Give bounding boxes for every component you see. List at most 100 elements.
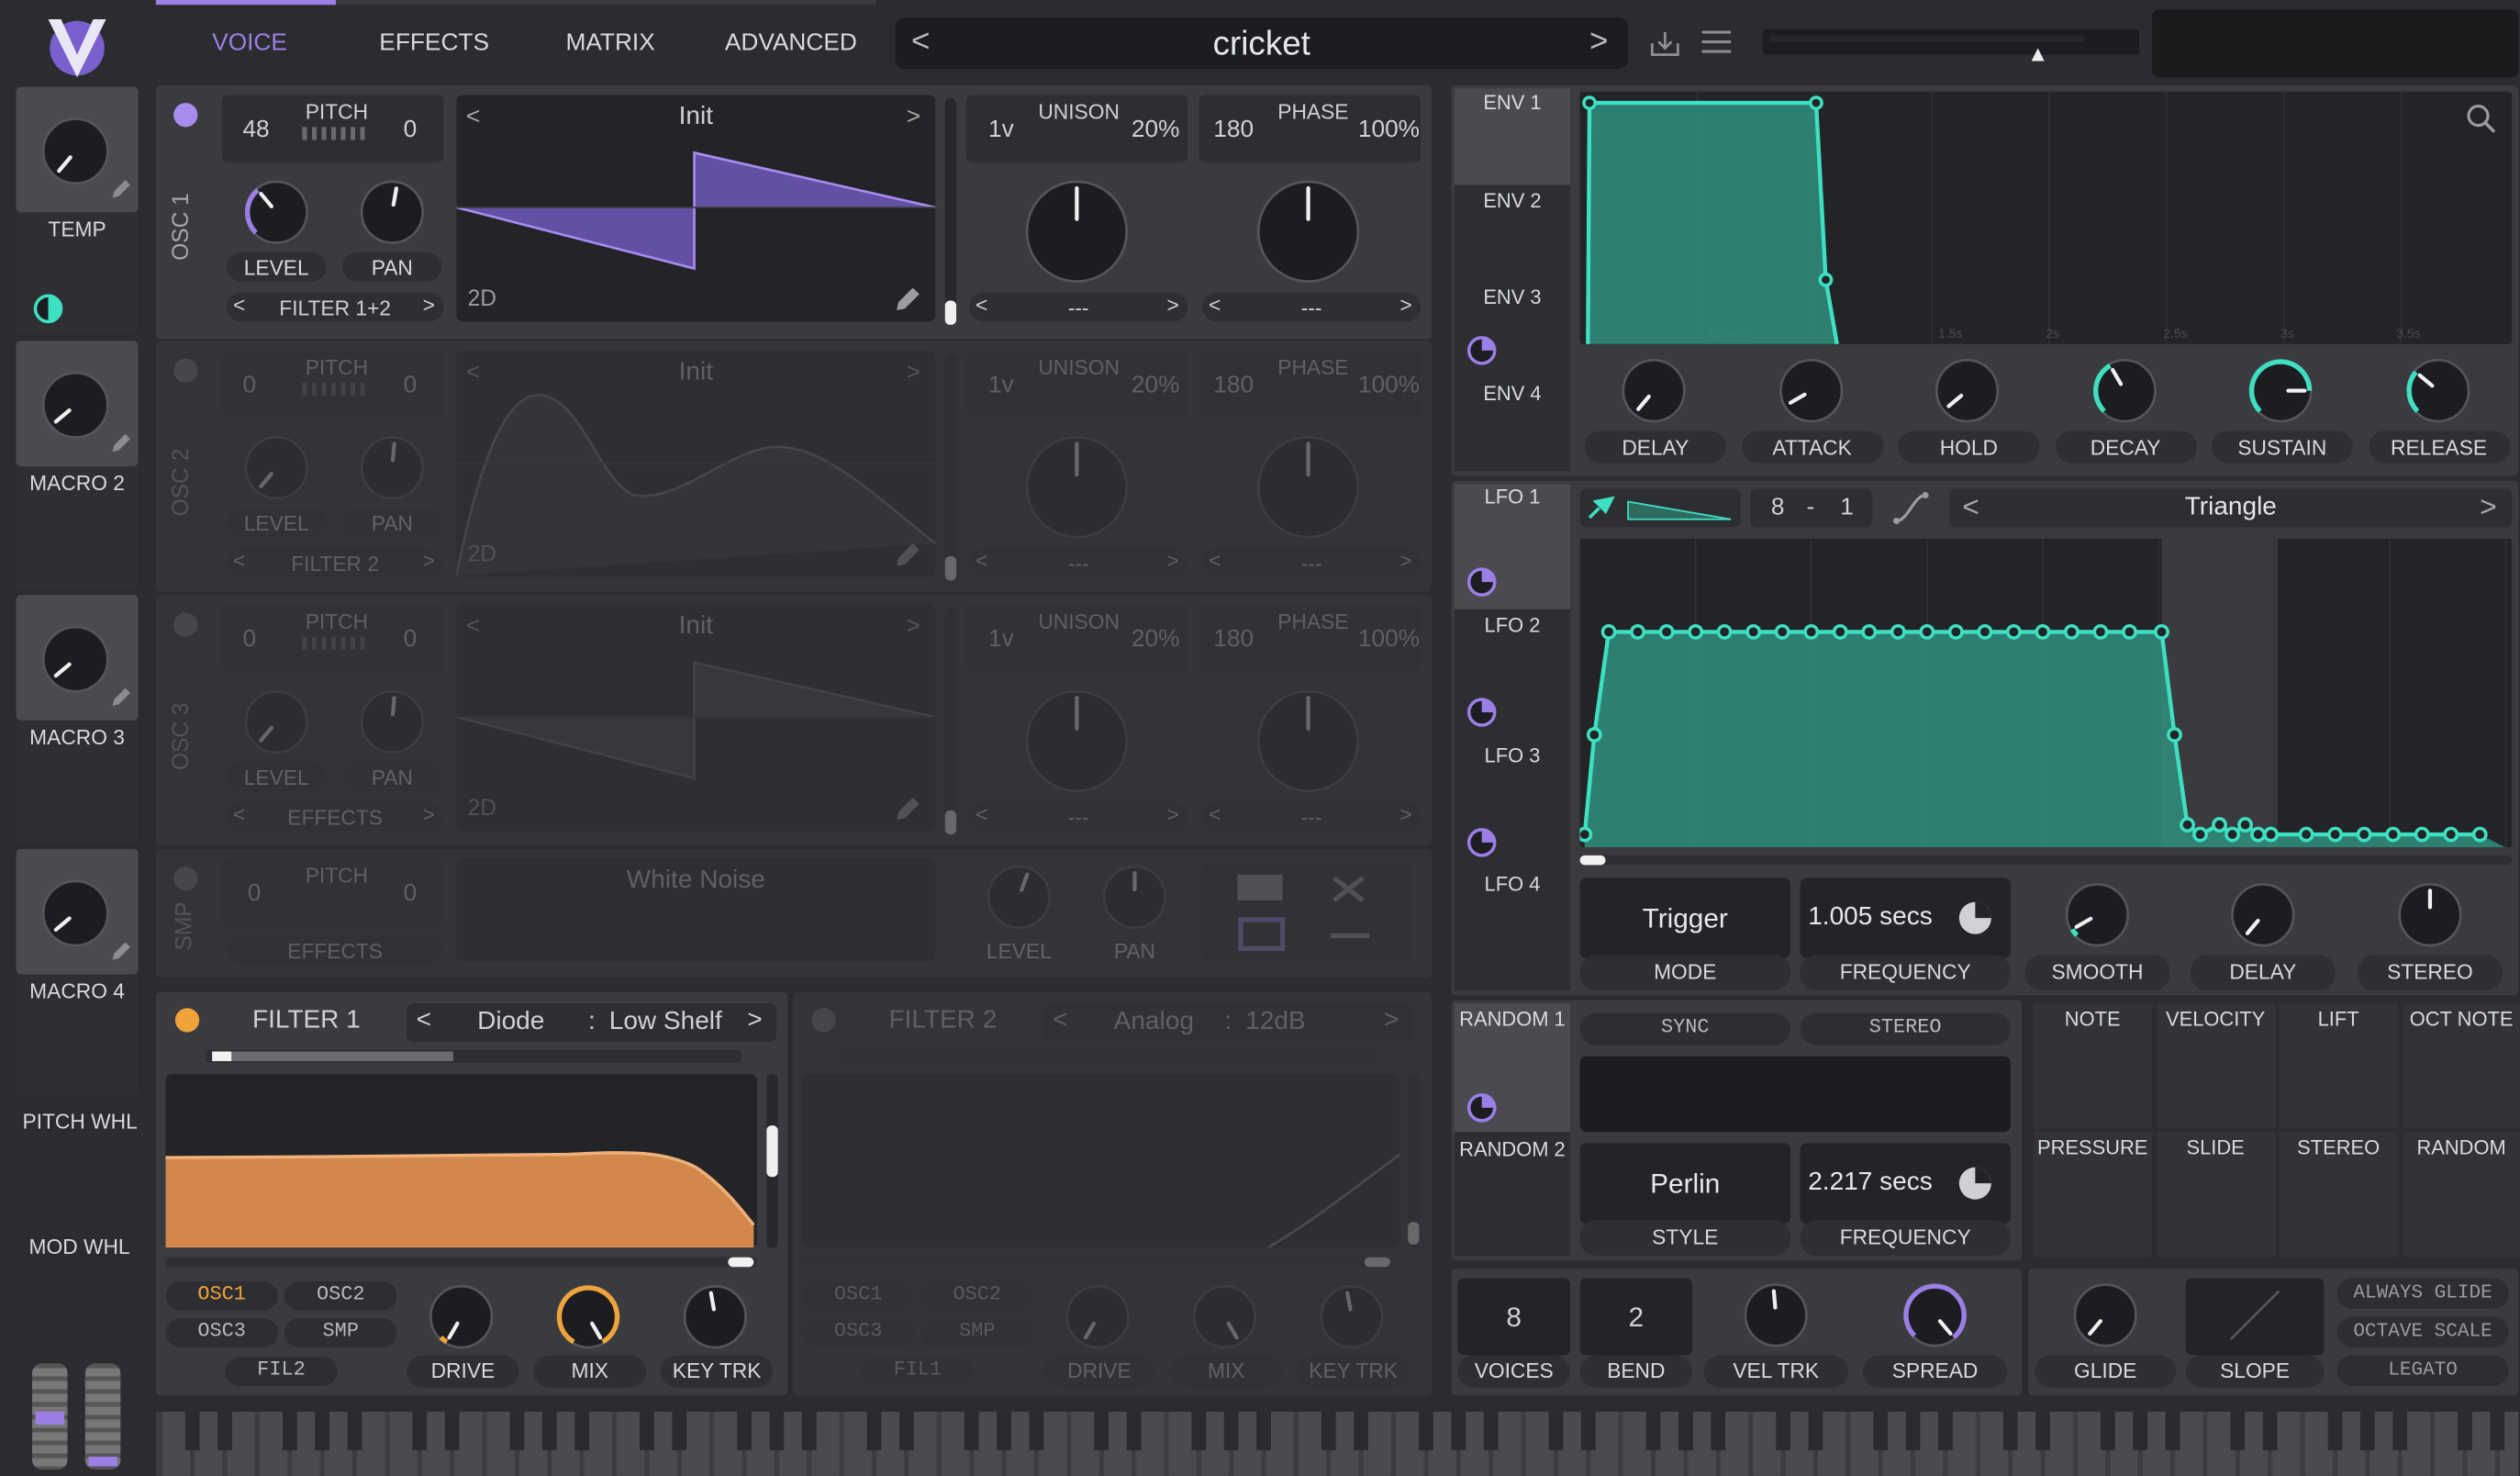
black-key[interactable] bbox=[672, 1411, 687, 1450]
black-key[interactable] bbox=[2133, 1411, 2148, 1450]
black-key[interactable] bbox=[2392, 1411, 2408, 1450]
black-key[interactable] bbox=[640, 1411, 654, 1450]
random-mod-icon[interactable] bbox=[1466, 1091, 1498, 1124]
black-key[interactable] bbox=[866, 1411, 882, 1450]
random-style-box[interactable]: Perlin bbox=[1579, 1143, 1790, 1224]
black-key[interactable] bbox=[769, 1411, 785, 1450]
black-key[interactable] bbox=[412, 1411, 428, 1450]
lfo-graph[interactable] bbox=[1577, 538, 2513, 848]
black-key[interactable] bbox=[1645, 1411, 1661, 1450]
black-key[interactable] bbox=[1905, 1411, 1921, 1450]
mod-wheel[interactable] bbox=[84, 1363, 121, 1470]
black-key[interactable] bbox=[574, 1411, 590, 1450]
preset-next-button[interactable]: > bbox=[1589, 24, 1608, 61]
edit-icon[interactable] bbox=[109, 941, 132, 964]
env-graph[interactable]: 500ms1.5s2s2.5s3s3.5s bbox=[1579, 91, 2513, 345]
bend-value[interactable]: 2 bbox=[1580, 1303, 1693, 1335]
tempo-sync-icon[interactable] bbox=[1957, 900, 1993, 936]
random-stereo-button[interactable]: STEREO bbox=[1800, 1012, 2011, 1046]
black-key[interactable] bbox=[282, 1411, 297, 1450]
black-key[interactable] bbox=[997, 1411, 1011, 1450]
black-key[interactable] bbox=[1126, 1411, 1142, 1450]
tab-voice[interactable]: VOICE bbox=[212, 29, 287, 57]
black-key[interactable] bbox=[2100, 1411, 2115, 1450]
black-key[interactable] bbox=[1191, 1411, 1207, 1450]
macro-knob[interactable] bbox=[39, 622, 113, 697]
black-key[interactable] bbox=[1678, 1411, 1693, 1450]
lfo-shape-selector[interactable]: < Triangle > bbox=[1949, 488, 2513, 528]
black-key[interactable] bbox=[801, 1411, 817, 1450]
black-key[interactable] bbox=[509, 1411, 525, 1450]
lfo-shape-next[interactable]: > bbox=[2480, 490, 2496, 524]
macro-knob[interactable] bbox=[39, 877, 113, 951]
save-icon[interactable] bbox=[1649, 28, 1681, 60]
lfo-beats-b[interactable]: 1 bbox=[1840, 494, 1854, 521]
black-key[interactable] bbox=[347, 1411, 362, 1450]
black-key[interactable] bbox=[2002, 1411, 2018, 1450]
edit-icon[interactable] bbox=[109, 178, 132, 201]
lfo-mod-icon[interactable] bbox=[1466, 566, 1498, 598]
tempo-mod-icon[interactable] bbox=[32, 293, 64, 325]
black-key[interactable] bbox=[964, 1411, 979, 1450]
tab-effects[interactable]: EFFECTS bbox=[379, 29, 489, 57]
macro-knob[interactable] bbox=[39, 114, 113, 188]
glide-option-legato[interactable]: LEGATO bbox=[2336, 1355, 2509, 1386]
tab-matrix[interactable]: MATRIX bbox=[565, 29, 654, 57]
black-key[interactable] bbox=[1938, 1411, 1953, 1450]
black-key[interactable] bbox=[737, 1411, 752, 1450]
spread-knob[interactable] bbox=[1900, 1280, 1970, 1350]
random-sync-button[interactable]: SYNC bbox=[1579, 1012, 1790, 1046]
black-key[interactable] bbox=[899, 1411, 914, 1450]
lfo-frequency-box[interactable]: 1.005 secs bbox=[1800, 878, 2011, 958]
black-key[interactable] bbox=[1094, 1411, 1109, 1450]
black-key[interactable] bbox=[1321, 1411, 1336, 1450]
black-key[interactable] bbox=[2327, 1411, 2343, 1450]
black-key[interactable] bbox=[2230, 1411, 2246, 1450]
black-key[interactable] bbox=[1808, 1411, 1823, 1450]
random-frequency-value[interactable]: 2.217 secs bbox=[1808, 1168, 1933, 1198]
black-key[interactable] bbox=[2262, 1411, 2278, 1450]
black-key[interactable] bbox=[1223, 1411, 1239, 1450]
lfo-curve-icon[interactable] bbox=[1891, 490, 1930, 526]
tab-advanced[interactable]: ADVANCED bbox=[725, 29, 857, 57]
lfo-beats-a[interactable]: 8 bbox=[1771, 494, 1785, 521]
env-decay-knob[interactable] bbox=[2089, 355, 2159, 426]
keyboard[interactable] bbox=[155, 1411, 2520, 1476]
lfo-mod-icon[interactable] bbox=[1466, 696, 1498, 728]
logo[interactable] bbox=[45, 13, 109, 81]
env-sustain-knob[interactable] bbox=[2246, 355, 2316, 426]
lfo-phase-slider[interactable] bbox=[1579, 855, 2513, 866]
black-key[interactable] bbox=[2165, 1411, 2180, 1450]
voices-box[interactable]: 8 bbox=[1457, 1278, 1571, 1356]
black-key[interactable] bbox=[541, 1411, 557, 1450]
black-key[interactable] bbox=[1029, 1411, 1044, 1450]
lfo-frequency-value[interactable]: 1.005 secs bbox=[1808, 903, 1933, 933]
lfo-delay-knob[interactable] bbox=[2227, 879, 2298, 950]
lfo-paint-button[interactable] bbox=[1579, 488, 1741, 528]
black-key[interactable] bbox=[2458, 1411, 2472, 1450]
lfo-shape-name[interactable]: Triangle bbox=[1949, 494, 2512, 523]
lfo-beats[interactable]: 8 - 1 bbox=[1750, 488, 1873, 528]
black-key[interactable] bbox=[1711, 1411, 1726, 1450]
env-attack-knob[interactable] bbox=[1775, 355, 1845, 426]
menu-icon[interactable] bbox=[1700, 29, 1733, 55]
volume-meter[interactable] bbox=[1763, 28, 2139, 62]
black-key[interactable] bbox=[2490, 1411, 2505, 1450]
lfo-mod-icon[interactable] bbox=[1466, 826, 1498, 858]
random-style-value[interactable]: Perlin bbox=[1580, 1168, 1790, 1201]
preset-name[interactable]: cricket bbox=[895, 26, 1628, 64]
black-key[interactable] bbox=[1483, 1411, 1499, 1450]
zoom-icon[interactable] bbox=[2465, 103, 2497, 135]
black-key[interactable] bbox=[1451, 1411, 1466, 1450]
edit-icon[interactable] bbox=[109, 432, 132, 455]
env-hold-knob[interactable] bbox=[1932, 355, 2002, 426]
voices-value[interactable]: 8 bbox=[1457, 1303, 1570, 1335]
lfo-mode-value[interactable]: Trigger bbox=[1580, 903, 1790, 935]
glide-option-octave-scale[interactable]: OCTAVE SCALE bbox=[2336, 1316, 2509, 1347]
slope-display[interactable] bbox=[2185, 1278, 2325, 1356]
black-key[interactable] bbox=[217, 1411, 232, 1450]
black-key[interactable] bbox=[315, 1411, 330, 1450]
black-key[interactable] bbox=[2359, 1411, 2375, 1450]
preset-browser[interactable]: < cricket > bbox=[895, 17, 1629, 70]
black-key[interactable] bbox=[1548, 1411, 1564, 1450]
